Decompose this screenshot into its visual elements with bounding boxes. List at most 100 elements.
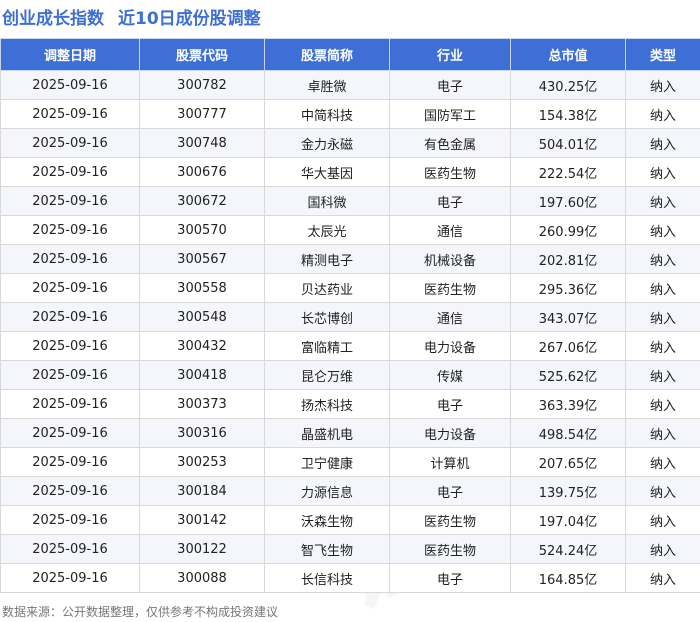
cell-market-cap: 164.85亿: [510, 563, 626, 593]
table-row: 2025-09-16 300432 富临精工 电力设备 267.06亿 纳入: [0, 331, 700, 361]
cell-market-cap: 222.54亿: [510, 157, 626, 187]
cell-stock-code: 300088: [139, 563, 265, 593]
cell-industry: 电力设备: [389, 331, 511, 361]
cell-type: 纳入: [625, 534, 700, 564]
cell-industry: 医药生物: [389, 157, 511, 187]
table-row: 2025-09-16 300088 长信科技 电子 164.85亿 纳入: [0, 563, 700, 593]
cell-stock-name: 中简科技: [264, 99, 390, 129]
cell-date: 2025-09-16: [0, 244, 140, 274]
cell-industry: 电力设备: [389, 418, 511, 448]
table-body: 2025-09-16 300782 卓胜微 电子 430.25亿 纳入 2025-09-16…: [0, 70, 700, 593]
cell-industry: 通信: [389, 302, 511, 332]
cell-industry: 机械设备: [389, 244, 511, 274]
cell-type: 纳入: [625, 360, 700, 390]
cell-date: 2025-09-16: [0, 447, 140, 477]
cell-stock-name: 华大基因: [264, 157, 390, 187]
cell-type: 纳入: [625, 157, 700, 187]
cell-industry: 国防军工: [389, 99, 511, 129]
cell-date: 2025-09-16: [0, 215, 140, 245]
cell-industry: 医药生物: [389, 534, 511, 564]
index-name: 创业成长指数: [2, 8, 104, 29]
column-header-date: 调整日期: [0, 38, 140, 71]
cell-type: 纳入: [625, 99, 700, 129]
cell-type: 纳入: [625, 505, 700, 535]
column-header-industry: 行业: [389, 38, 511, 71]
source-note: 数据来源：公开数据整理，仅供参考不构成投资建议: [2, 605, 279, 619]
table-row: 2025-09-16 300558 贝达药业 医药生物 295.36亿 纳入: [0, 273, 700, 303]
cell-date: 2025-09-16: [0, 99, 140, 129]
cell-stock-code: 300558: [139, 273, 265, 303]
column-header-type: 类型: [625, 38, 700, 71]
cell-market-cap: 524.24亿: [510, 534, 626, 564]
table-row: 2025-09-16 300567 精测电子 机械设备 202.81亿 纳入: [0, 244, 700, 274]
cell-stock-name: 晶盛机电: [264, 418, 390, 448]
cell-type: 纳入: [625, 389, 700, 419]
table-header-row: 调整日期 股票代码 股票简称 行业 总市值 类型: [0, 38, 700, 71]
cell-date: 2025-09-16: [0, 360, 140, 390]
cell-stock-code: 300122: [139, 534, 265, 564]
cell-industry: 医药生物: [389, 505, 511, 535]
cell-market-cap: 207.65亿: [510, 447, 626, 477]
cell-date: 2025-09-16: [0, 70, 140, 100]
cell-date: 2025-09-16: [0, 273, 140, 303]
cell-stock-code: 300567: [139, 244, 265, 274]
cell-stock-name: 卫宁健康: [264, 447, 390, 477]
cell-date: 2025-09-16: [0, 534, 140, 564]
cell-stock-name: 昆仑万维: [264, 360, 390, 390]
cell-industry: 电子: [389, 70, 511, 100]
cell-stock-code: 300373: [139, 389, 265, 419]
cell-stock-code: 300253: [139, 447, 265, 477]
cell-type: 纳入: [625, 215, 700, 245]
table-row: 2025-09-16 300548 长芯博创 通信 343.07亿 纳入: [0, 302, 700, 332]
cell-market-cap: 498.54亿: [510, 418, 626, 448]
cell-stock-code: 300418: [139, 360, 265, 390]
table-row: 2025-09-16 300782 卓胜微 电子 430.25亿 纳入: [0, 70, 700, 100]
cell-stock-code: 300142: [139, 505, 265, 535]
cell-stock-code: 300548: [139, 302, 265, 332]
cell-market-cap: 504.01亿: [510, 128, 626, 158]
cell-date: 2025-09-16: [0, 389, 140, 419]
cell-stock-code: 300184: [139, 476, 265, 506]
table-row: 2025-09-16 300122 智飞生物 医药生物 524.24亿 纳入: [0, 534, 700, 564]
cell-date: 2025-09-16: [0, 128, 140, 158]
cell-stock-name: 富临精工: [264, 331, 390, 361]
cell-stock-name: 太辰光: [264, 215, 390, 245]
cell-type: 纳入: [625, 186, 700, 216]
cell-market-cap: 202.81亿: [510, 244, 626, 274]
cell-stock-name: 力源信息: [264, 476, 390, 506]
constituent-table: 调整日期 股票代码 股票简称 行业 总市值 类型 2025-09-16 300782 卓胜微电…: [0, 38, 700, 593]
cell-market-cap: 363.39亿: [510, 389, 626, 419]
cell-type: 纳入: [625, 476, 700, 506]
cell-industry: 通信: [389, 215, 511, 245]
cell-stock-name: 长芯博创: [264, 302, 390, 332]
cell-type: 纳入: [625, 70, 700, 100]
cell-type: 纳入: [625, 302, 700, 332]
cell-industry: 电子: [389, 476, 511, 506]
cell-date: 2025-09-16: [0, 418, 140, 448]
cell-date: 2025-09-16: [0, 331, 140, 361]
cell-stock-code: 300570: [139, 215, 265, 245]
cell-type: 纳入: [625, 244, 700, 274]
cell-market-cap: 139.75亿: [510, 476, 626, 506]
table-row: 2025-09-16 300672 国科微 电子 197.60亿 纳入: [0, 186, 700, 216]
cell-industry: 电子: [389, 186, 511, 216]
table-row: 2025-09-16 300184 力源信息 电子 139.75亿 纳入: [0, 476, 700, 506]
cell-type: 纳入: [625, 418, 700, 448]
cell-stock-code: 300782: [139, 70, 265, 100]
table-row: 2025-09-16 300142 沃森生物 医药生物 197.04亿 纳入: [0, 505, 700, 535]
table-row: 2025-09-16 300418 昆仑万维 传媒 525.62亿 纳入: [0, 360, 700, 390]
cell-type: 纳入: [625, 128, 700, 158]
cell-stock-name: 精测电子: [264, 244, 390, 274]
cell-industry: 传媒: [389, 360, 511, 390]
cell-industry: 有色金属: [389, 128, 511, 158]
cell-stock-code: 300316: [139, 418, 265, 448]
cell-type: 纳入: [625, 331, 700, 361]
cell-market-cap: 343.07亿: [510, 302, 626, 332]
table-row: 2025-09-16 300316 晶盛机电 电力设备 498.54亿 纳入: [0, 418, 700, 448]
column-header-market-cap: 总市值: [510, 38, 626, 71]
table-row: 2025-09-16 300777 中简科技 国防军工 154.38亿 纳入: [0, 99, 700, 129]
cell-stock-name: 卓胜微: [264, 70, 390, 100]
cell-stock-name: 国科微: [264, 186, 390, 216]
cell-industry: 计算机: [389, 447, 511, 477]
cell-type: 纳入: [625, 563, 700, 593]
